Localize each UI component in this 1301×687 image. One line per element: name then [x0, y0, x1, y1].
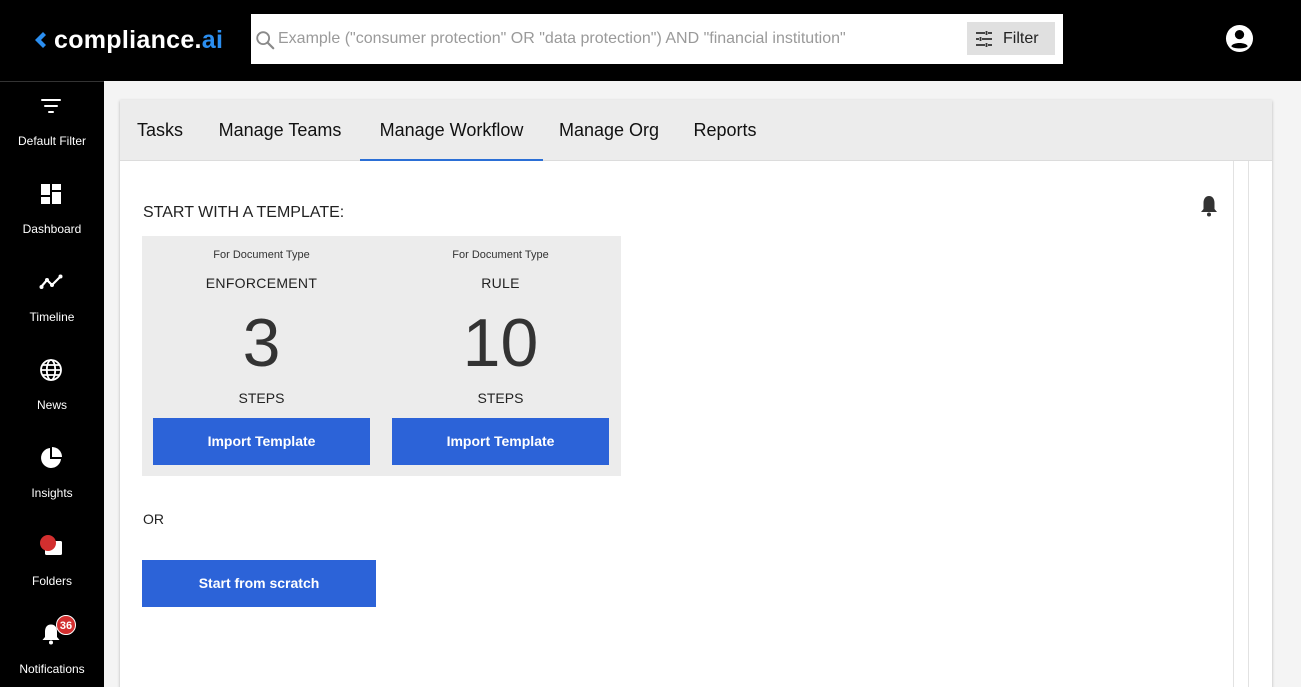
template-card-enforcement: For Document Type ENFORCEMENT 3 STEPS Im…	[153, 236, 370, 476]
sidebar-item-label: Notifications	[19, 662, 85, 676]
import-template-button[interactable]: Import Template	[392, 418, 609, 465]
logo-text-accent: ai	[201, 25, 224, 54]
main-area: Tasks Manage Teams Manage Workflow Manag…	[104, 81, 1301, 687]
template-doc-type: ENFORCEMENT	[205, 275, 318, 291]
sidebar-item-default-filter[interactable]: Default Filter	[0, 82, 104, 170]
tab-manage-workflow[interactable]: Manage Workflow	[360, 100, 543, 161]
filter-label: Filter	[1003, 29, 1039, 47]
scrollbar[interactable]	[1233, 161, 1249, 687]
workflow-content: START WITH A TEMPLATE: For Document Type…	[120, 161, 1272, 687]
or-separator: OR	[143, 511, 164, 527]
template-card-rule: For Document Type RULE 10 STEPS Import T…	[392, 236, 609, 476]
template-doc-type: RULE	[481, 275, 520, 291]
sidebar: Default Filter Dashboard Timeline News I…	[0, 81, 104, 687]
account-icon[interactable]	[1225, 24, 1254, 53]
search-icon	[256, 31, 275, 50]
sidebar-item-news[interactable]: News	[0, 346, 104, 434]
notification-count-badge: 36	[56, 615, 76, 635]
filter-button[interactable]: Filter	[967, 22, 1055, 55]
template-panel: For Document Type ENFORCEMENT 3 STEPS Im…	[142, 236, 621, 476]
tune-icon	[976, 30, 992, 47]
tab-bar: Tasks Manage Teams Manage Workflow Manag…	[120, 100, 1272, 161]
logo-mark-icon	[35, 32, 46, 48]
sidebar-item-label: News	[36, 398, 67, 412]
timeline-icon	[39, 274, 63, 289]
logo-text-main: compliance.	[54, 25, 202, 54]
top-bar: compliance.ai Filter	[0, 0, 1301, 81]
globe-icon	[40, 359, 62, 381]
dashboard-icon	[41, 184, 61, 204]
section-title: START WITH A TEMPLATE:	[143, 204, 345, 221]
tab-tasks[interactable]: Tasks	[120, 100, 200, 161]
sidebar-item-notifications[interactable]: 36 Notifications	[0, 610, 104, 687]
sidebar-item-dashboard[interactable]: Dashboard	[0, 170, 104, 258]
filter-lines-icon	[41, 99, 61, 113]
search-box: Filter	[251, 14, 1063, 64]
tab-manage-teams[interactable]: Manage Teams	[200, 100, 360, 161]
template-steps-count: 3	[242, 305, 281, 381]
logo[interactable]: compliance.ai	[32, 24, 223, 56]
tab-manage-org[interactable]: Manage Org	[543, 100, 675, 161]
template-steps-count: 10	[462, 305, 539, 381]
sidebar-item-label: Dashboard	[22, 222, 82, 236]
folder-icon	[40, 535, 62, 555]
start-from-scratch-button[interactable]: Start from scratch	[142, 560, 376, 607]
sidebar-item-timeline[interactable]: Timeline	[0, 258, 104, 346]
template-steps-label: STEPS	[477, 390, 524, 406]
sidebar-item-label: Insights	[31, 486, 73, 500]
template-caption: For Document Type	[452, 249, 549, 261]
bell-icon[interactable]	[1198, 194, 1220, 218]
workflow-card: Tasks Manage Teams Manage Workflow Manag…	[120, 100, 1272, 687]
template-caption: For Document Type	[213, 249, 310, 261]
sidebar-item-label: Timeline	[29, 310, 75, 324]
sidebar-item-label: Folders	[31, 574, 72, 588]
sidebar-item-insights[interactable]: Insights	[0, 434, 104, 522]
sidebar-item-label: Default Filter	[17, 134, 87, 148]
search-input[interactable]	[278, 27, 978, 51]
logo-text: compliance.ai	[54, 26, 223, 55]
tab-reports[interactable]: Reports	[675, 100, 775, 161]
sidebar-item-folders[interactable]: Folders	[0, 522, 104, 610]
import-template-button[interactable]: Import Template	[153, 418, 370, 465]
pie-chart-icon	[41, 447, 62, 468]
template-steps-label: STEPS	[238, 390, 285, 406]
